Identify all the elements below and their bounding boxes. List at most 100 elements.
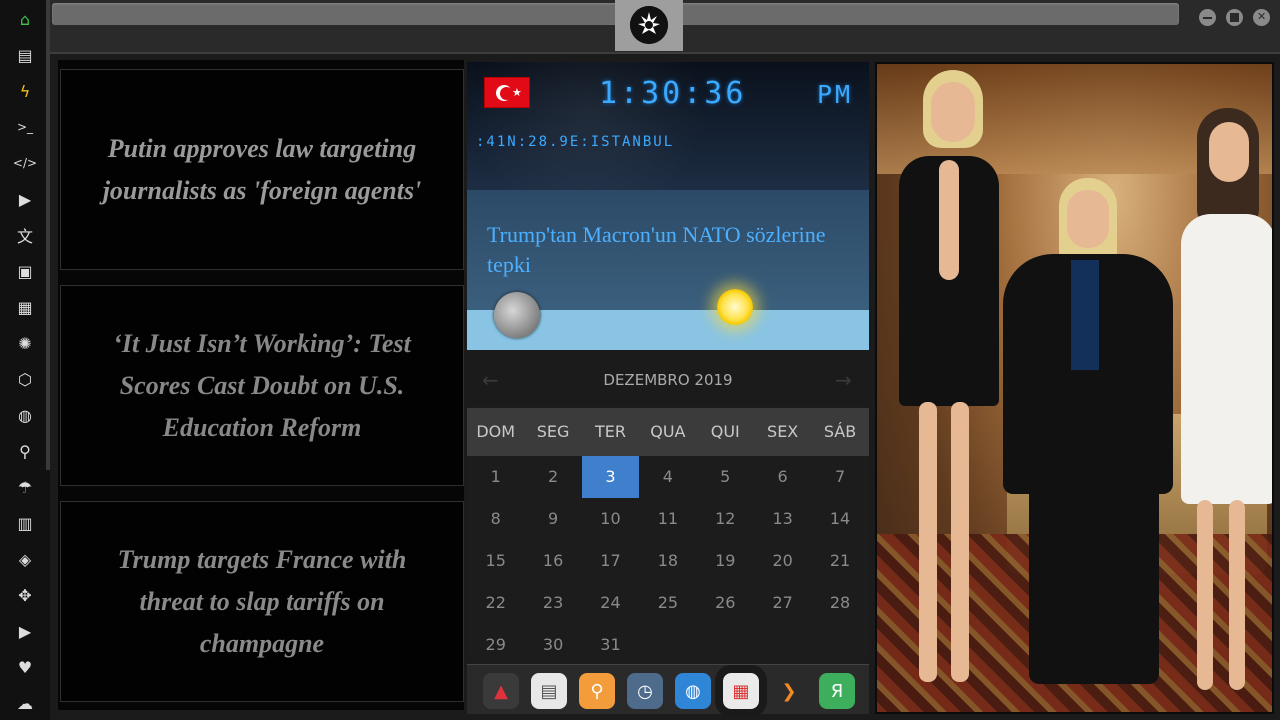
flash-icon[interactable]: ϟ xyxy=(14,80,36,102)
calendar-day xyxy=(697,624,754,666)
news-reader-icon[interactable]: ▤ xyxy=(531,673,567,709)
home-icon[interactable]: ⌂ xyxy=(14,8,36,30)
calendar-grid: 1 2 3 4 5 6 7 8 9 10 11 12 13 14 15 16 1… xyxy=(467,456,869,666)
calendar-day[interactable]: 21 xyxy=(811,540,868,582)
calendar-app-icon[interactable]: ▦ xyxy=(715,665,767,717)
hexagon-icon[interactable]: ⬡ xyxy=(14,368,36,390)
git-icon[interactable]: ◈ xyxy=(14,548,36,570)
calendar-day[interactable]: 17 xyxy=(582,540,639,582)
calendar-day[interactable]: 24 xyxy=(582,582,639,624)
calendar-day[interactable]: 31 xyxy=(582,624,639,666)
play-icon[interactable]: ▶ xyxy=(14,188,36,210)
calendar-day[interactable]: 15 xyxy=(467,540,524,582)
calendar-day[interactable]: 9 xyxy=(524,498,581,540)
search-app-icon[interactable]: ⚲ xyxy=(579,673,615,709)
top-bar xyxy=(50,0,1280,54)
weekday-label: SEG xyxy=(536,422,570,441)
calendar-week-row: 1 2 3 4 5 6 7 xyxy=(467,456,869,498)
calendar-day[interactable]: 13 xyxy=(754,498,811,540)
calendar-day[interactable]: 27 xyxy=(754,582,811,624)
calendar-day xyxy=(754,624,811,666)
calendar-day[interactable]: 14 xyxy=(811,498,868,540)
calendar-day[interactable]: 11 xyxy=(639,498,696,540)
calendar-day[interactable]: 29 xyxy=(467,624,524,666)
calendar-day[interactable]: 30 xyxy=(524,624,581,666)
calendar-day[interactable]: 19 xyxy=(697,540,754,582)
app-sidebar: ⌂ ▤ ϟ >_ </> ▶ 文 ▣ ▦ ✺ ⬡ ◍ ⚲ ☂ ▥ ◈ ✥ ▶ ♥ ☁ xyxy=(0,0,50,720)
translate-icon[interactable]: 文 xyxy=(14,224,36,246)
news-card[interactable]: ‘It Just Isn’t Working’: Test Scores Cas… xyxy=(60,285,464,486)
calendar-next-icon[interactable]: → xyxy=(835,368,852,392)
calendar-week-row: 22 23 24 25 26 27 28 xyxy=(467,582,869,624)
weekday-label: DOM xyxy=(476,422,516,441)
calendar-week-row: 15 16 17 18 19 20 21 xyxy=(467,540,869,582)
minimize-button[interactable] xyxy=(1199,9,1216,26)
calendar-day[interactable]: 3 xyxy=(581,456,640,498)
close-button[interactable] xyxy=(1253,9,1270,26)
calendar-day[interactable]: 5 xyxy=(697,456,754,498)
calendar-day[interactable]: 28 xyxy=(811,582,868,624)
youtube-icon[interactable]: ▶ xyxy=(14,620,36,642)
image-icon[interactable]: ▣ xyxy=(14,260,36,282)
next-icon[interactable]: ❯ xyxy=(771,673,807,709)
calendar-day[interactable]: 23 xyxy=(524,582,581,624)
app-launcher-icon[interactable]: ▲ xyxy=(483,673,519,709)
cloud-icon[interactable]: ☁ xyxy=(14,692,36,714)
weekday-label: TER xyxy=(594,422,626,441)
calendar-day[interactable]: 26 xyxy=(697,582,754,624)
calendar-day[interactable]: 1 xyxy=(467,456,524,498)
aperture-icon[interactable]: ✺ xyxy=(14,332,36,354)
calendar-day[interactable]: 8 xyxy=(467,498,524,540)
calendar-day[interactable]: 10 xyxy=(582,498,639,540)
newspaper-icon[interactable]: ▦ xyxy=(14,296,36,318)
yandex-icon[interactable]: Я xyxy=(819,673,855,709)
sidebar-scrollbar[interactable] xyxy=(46,0,50,470)
news-headline: Trump targets France with threat to slap… xyxy=(117,544,407,658)
moon-icon xyxy=(494,292,540,338)
code-icon[interactable]: </> xyxy=(13,152,37,174)
calendar-header: ← DEZEMBRO 2019 → xyxy=(467,356,869,404)
calendar-day[interactable]: 20 xyxy=(754,540,811,582)
calendar-day[interactable]: 16 xyxy=(524,540,581,582)
contacts-icon[interactable]: ▥ xyxy=(14,512,36,534)
terminal-icon[interactable]: >_ xyxy=(14,116,36,138)
app-dock: ▲ ▤ ⚲ ◷ ◍ ▦ ❯ Я xyxy=(467,664,869,717)
umbrella-icon[interactable]: ☂ xyxy=(14,476,36,498)
clock-app-icon[interactable]: ◷ xyxy=(627,673,663,709)
calendar-weekdays: DOM SEG TER QUA QUI SEX SÁB xyxy=(467,408,869,456)
news-card[interactable]: Putin approves law targeting journalists… xyxy=(60,69,464,270)
world-clock-widget[interactable]: ★ 1:30:36 PM :41N:28.9E:ISTANBUL Trump't… xyxy=(467,62,869,350)
document-icon[interactable]: ▤ xyxy=(14,44,36,66)
calendar-week-row: 8 9 10 11 12 13 14 xyxy=(467,498,869,540)
calendar-day[interactable]: 6 xyxy=(754,456,811,498)
calendar-day[interactable]: 22 xyxy=(467,582,524,624)
maximize-button[interactable] xyxy=(1226,9,1243,26)
heart-icon[interactable]: ♥ xyxy=(14,656,36,678)
calendar-week-row: 29 30 31 xyxy=(467,624,869,666)
search-icon[interactable]: ⚲ xyxy=(14,440,36,462)
news-card[interactable]: Trump targets France with threat to slap… xyxy=(60,501,464,702)
calendar-day[interactable]: 4 xyxy=(639,456,696,498)
weekday-label: QUA xyxy=(650,422,686,441)
turkey-flag-icon: ★ xyxy=(484,77,530,108)
sun-icon xyxy=(717,289,753,325)
browser-icon[interactable]: ◍ xyxy=(675,673,711,709)
logo-tab[interactable] xyxy=(615,0,683,51)
rebel-alliance-logo-icon xyxy=(630,6,668,44)
expand-icon[interactable]: ✥ xyxy=(14,584,36,606)
weekday-label: SEX xyxy=(767,422,799,441)
calendar-day[interactable]: 18 xyxy=(639,540,696,582)
clock-ampm: PM xyxy=(817,80,854,109)
wallpaper-photo xyxy=(875,62,1274,714)
calendar-day[interactable]: 7 xyxy=(811,456,868,498)
calendar-day[interactable]: 2 xyxy=(524,456,581,498)
calendar-day xyxy=(811,624,868,666)
calendar-title: DEZEMBRO 2019 xyxy=(603,371,733,389)
clock-time: 1:30:36 xyxy=(599,76,747,111)
photo-person-middle xyxy=(989,164,1179,712)
globe-icon[interactable]: ◍ xyxy=(14,404,36,426)
clock-headline[interactable]: Trump'tan Macron'un NATO sözlerine tepki xyxy=(487,220,857,280)
calendar-day[interactable]: 25 xyxy=(639,582,696,624)
weekday-label: QUI xyxy=(710,422,740,441)
calendar-day[interactable]: 12 xyxy=(697,498,754,540)
